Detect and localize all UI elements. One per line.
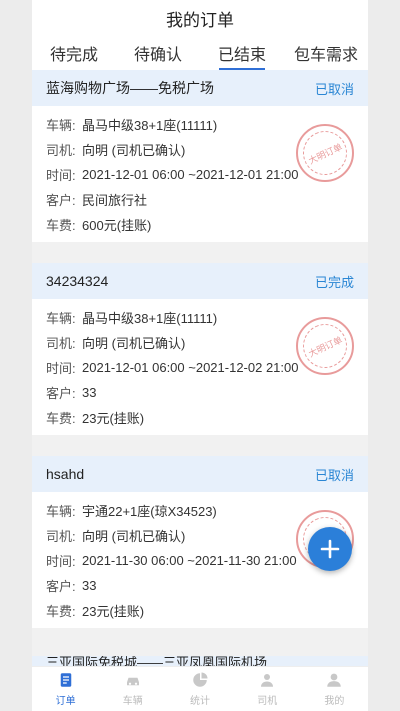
nav-label: 订单 — [55, 696, 76, 707]
order-status: 已取消 — [314, 81, 354, 97]
driver-value: 向明 (司机已确认) — [82, 336, 186, 351]
fee-label: 车费: — [46, 604, 76, 619]
order-title: 34234324 — [46, 273, 109, 289]
nav-label: 我的 — [324, 696, 345, 707]
plus-icon — [320, 539, 340, 559]
customer-value: 33 — [82, 385, 97, 400]
time-label: 时间: — [46, 361, 76, 376]
customer-label: 客户: — [46, 193, 76, 208]
vehicle-label: 车辆: — [46, 311, 76, 326]
stamp-text: 大明订单 — [295, 316, 355, 376]
nav-label: 统计 — [190, 696, 210, 707]
order-title: hsahd — [46, 466, 85, 482]
time-value: 2021-11-30 06:00 ~2021-11-30 21:00 — [82, 553, 297, 568]
customer-value: 民间旅行社 — [82, 193, 148, 208]
bottom-nav: 订单 车辆 统计 司机 我的 — [32, 666, 368, 711]
driver-label: 司机: — [46, 529, 76, 544]
add-order-button[interactable] — [308, 527, 352, 571]
customer-row: 客户: 民间旅行社 — [46, 187, 368, 212]
vehicle-value: 晶马中级38+1座(11111) — [82, 118, 218, 133]
driver-value: 向明 (司机已确认) — [82, 143, 186, 158]
order-status: 已完成 — [314, 274, 354, 290]
nav-label: 司机 — [257, 696, 278, 707]
driver-label: 司机: — [46, 143, 76, 158]
tab-pending[interactable]: 待完成 — [32, 36, 116, 70]
customer-label: 客户: — [46, 386, 76, 401]
fee-row: 车费: 600元(挂账) — [46, 212, 368, 237]
customer-value: 33 — [82, 578, 97, 593]
tab-finished[interactable]: 已结束 — [200, 36, 284, 70]
nav-drivers[interactable]: 司机 — [234, 667, 301, 711]
time-value: 2021-12-01 06:00 ~2021-12-02 21:00 — [82, 360, 299, 375]
tab-to-confirm[interactable]: 待确认 — [116, 36, 200, 70]
time-label: 时间: — [46, 168, 76, 183]
order-card-header: 蓝海购物广场——免税广场 已取消 — [32, 70, 368, 106]
order-status: 已取消 — [314, 467, 354, 483]
order-card[interactable]: 蓝海购物广场——免税广场 已取消 车辆: 晶马中级38+1座(11111) 司机:… — [32, 70, 368, 242]
stamp-text: 大明订单 — [295, 123, 355, 183]
time-value: 2021-12-01 06:00 ~2021-12-01 21:00 — [82, 167, 299, 182]
app: 我的订单 待完成 待确认 已结束 包车需求 蓝海购物广场——免税广场 已取消 车… — [32, 0, 368, 711]
fee-value: 23元(挂账) — [82, 604, 145, 619]
nav-vehicles[interactable]: 车辆 — [99, 667, 166, 711]
vehicle-label: 车辆: — [46, 118, 76, 133]
customer-label: 客户: — [46, 579, 76, 594]
tab-charter-demand[interactable]: 包车需求 — [284, 36, 368, 70]
nav-orders[interactable]: 订单 — [32, 667, 99, 711]
nav-statistics[interactable]: 统计 — [166, 667, 233, 711]
fee-row: 车费: 23元(挂账) — [46, 405, 368, 430]
nav-label: 车辆 — [122, 696, 143, 707]
vehicle-value: 宇通22+1座(琼X34523) — [82, 504, 217, 519]
order-stamp: 大明订单 — [295, 123, 355, 183]
driver-label: 司机: — [46, 336, 76, 351]
vehicle-label: 车辆: — [46, 504, 76, 519]
fee-label: 车费: — [46, 411, 76, 426]
driver-value: 向明 (司机已确认) — [82, 529, 186, 544]
fee-value: 23元(挂账) — [82, 411, 145, 426]
customer-row: 客户: 33 — [46, 573, 368, 598]
customer-row: 客户: 33 — [46, 380, 368, 405]
fee-value: 600元(挂账) — [82, 218, 152, 233]
order-card-header: 34234324 已完成 — [32, 263, 368, 299]
time-label: 时间: — [46, 554, 76, 569]
fee-row: 车费: 23元(挂账) — [46, 598, 368, 623]
vehicle-value: 晶马中级38+1座(11111) — [82, 311, 218, 326]
user-icon — [327, 673, 342, 687]
page-title: 我的订单 — [166, 10, 234, 30]
order-card-header: hsahd 已取消 — [32, 456, 368, 492]
order-title: 蓝海购物广场——免税广场 — [46, 80, 214, 96]
header: 我的订单 — [32, 0, 368, 36]
nav-profile[interactable]: 我的 — [301, 667, 368, 711]
pie-chart-icon — [193, 672, 208, 687]
order-card[interactable]: 34234324 已完成 车辆: 晶马中级38+1座(11111) 司机: 向明 (… — [32, 263, 368, 435]
order-stamp: 大明订单 — [295, 316, 355, 376]
car-icon — [126, 677, 139, 686]
tab-bar: 待完成 待确认 已结束 包车需求 — [32, 36, 368, 70]
fee-label: 车费: — [46, 218, 76, 233]
order-list-icon — [60, 673, 71, 687]
driver-icon — [261, 674, 274, 687]
